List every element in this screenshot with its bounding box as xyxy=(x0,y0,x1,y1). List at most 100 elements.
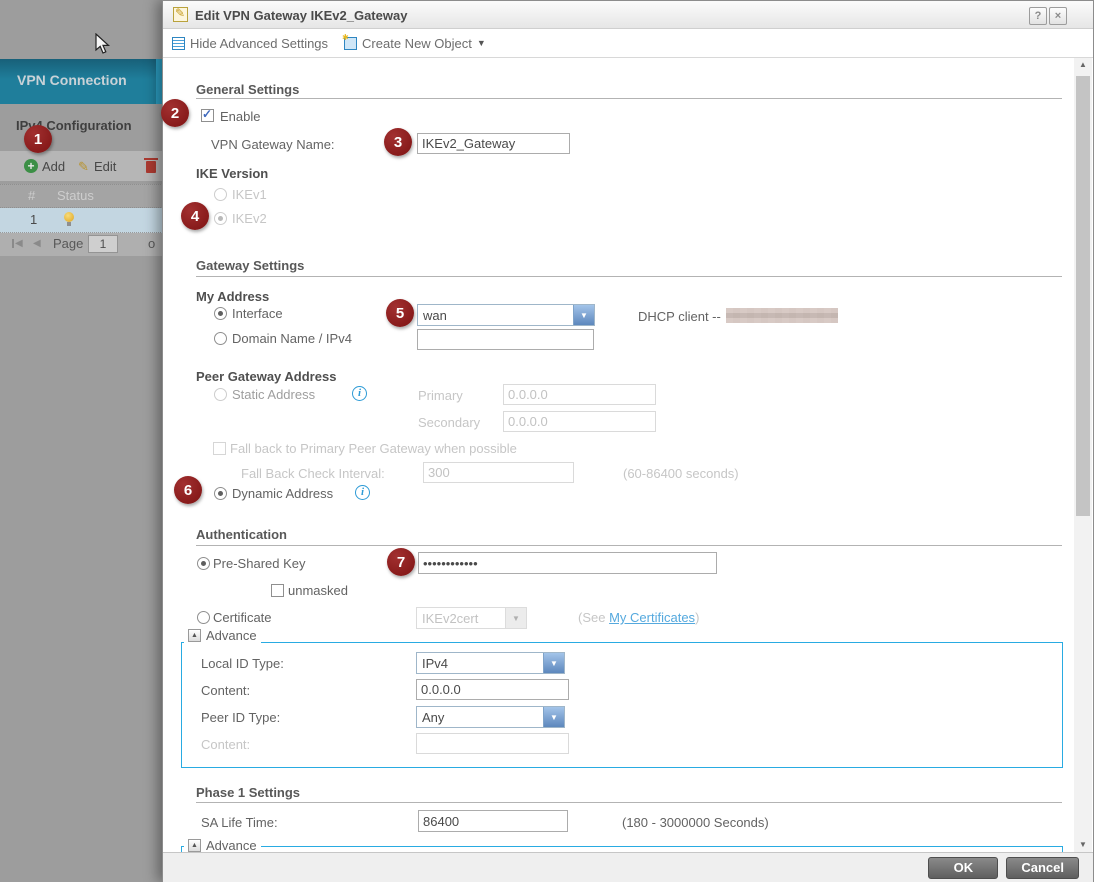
advance-legend-2: ▲ Advance xyxy=(184,838,261,852)
local-id-type-value: IPv4 xyxy=(417,653,543,673)
cancel-button[interactable]: Cancel xyxy=(1006,857,1079,879)
help-icon[interactable]: ? xyxy=(1029,7,1047,25)
collapse-icon[interactable]: ▲ xyxy=(188,839,201,852)
interface-label: Interface xyxy=(232,306,283,321)
peer-id-type-select[interactable]: Any ▼ xyxy=(416,706,565,728)
mouse-cursor xyxy=(95,33,111,55)
dialog-titlebar: Edit VPN Gateway IKEv2_Gateway ? × xyxy=(163,1,1093,29)
pre-shared-key-radio[interactable] xyxy=(197,557,210,570)
add-plus-icon: + xyxy=(24,159,38,173)
tab-vpn-connection[interactable]: VPN Connection xyxy=(17,72,127,88)
scrollbar-thumb[interactable] xyxy=(1076,76,1090,516)
certificate-select-value: IKEv2cert xyxy=(417,608,505,628)
local-id-type-label: Local ID Type: xyxy=(201,656,284,671)
page-label: Page xyxy=(53,236,83,251)
page-number-input[interactable]: 1 xyxy=(88,235,118,253)
advance-fieldset xyxy=(181,642,1063,768)
my-certificates-link[interactable]: My Certificates xyxy=(609,610,695,625)
primary-input[interactable] xyxy=(503,384,656,405)
phase1-settings-heading: Phase 1 Settings xyxy=(196,785,300,800)
see-note-prefix: (See xyxy=(578,610,605,625)
enable-checkbox[interactable] xyxy=(201,109,214,122)
annotation-step-1: 1 xyxy=(24,125,52,153)
divider xyxy=(196,545,1062,546)
annotation-step-3: 3 xyxy=(384,128,412,156)
primary-label: Primary xyxy=(418,388,463,403)
close-icon[interactable]: × xyxy=(1049,7,1067,25)
table-row[interactable] xyxy=(0,208,163,233)
advance-label: Advance xyxy=(206,628,257,643)
fallback-interval-range-note: (60-86400 seconds) xyxy=(623,466,739,481)
edit-button[interactable]: Edit xyxy=(94,159,116,174)
scroll-down-icon[interactable]: ▼ xyxy=(1074,838,1092,852)
sa-life-time-input[interactable] xyxy=(418,810,568,832)
pre-shared-key-label: Pre-Shared Key xyxy=(213,556,306,571)
interface-select[interactable]: wan ▼ xyxy=(417,304,595,326)
annotation-step-4: 4 xyxy=(181,202,209,230)
advance-label-2: Advance xyxy=(206,838,257,852)
domain-name-radio[interactable] xyxy=(214,332,227,345)
first-page-icon[interactable] xyxy=(12,239,14,248)
static-address-radio[interactable] xyxy=(214,388,227,401)
vpn-gateway-name-input[interactable] xyxy=(417,133,570,154)
peer-content-label: Content: xyxy=(201,737,250,752)
select-arrow-icon: ▼ xyxy=(505,608,526,628)
first-page-icon-arrow[interactable]: ◀ xyxy=(15,238,23,249)
create-new-object-label: Create New Object xyxy=(362,36,472,51)
column-header-status: Status xyxy=(57,188,94,203)
add-button[interactable]: Add xyxy=(42,159,65,174)
local-id-type-select[interactable]: IPv4 ▼ xyxy=(416,652,565,674)
collapse-icon[interactable]: ▲ xyxy=(188,629,201,642)
interface-radio[interactable] xyxy=(214,307,227,320)
dialog-title: Edit VPN Gateway IKEv2_Gateway xyxy=(195,8,407,23)
new-object-icon xyxy=(344,37,357,50)
unmasked-checkbox[interactable] xyxy=(271,584,284,597)
divider xyxy=(196,276,1062,277)
hide-advanced-settings-label: Hide Advanced Settings xyxy=(190,36,328,51)
divider xyxy=(196,98,1062,99)
ikev2-label: IKEv2 xyxy=(232,211,267,226)
divider xyxy=(196,802,1062,803)
info-icon[interactable]: i xyxy=(355,485,370,500)
fallback-label: Fall back to Primary Peer Gateway when p… xyxy=(230,441,517,456)
redacted-ip-address xyxy=(726,308,838,323)
secondary-input[interactable] xyxy=(503,411,656,432)
status-lightbulb-icon xyxy=(64,212,74,222)
annotation-step-5: 5 xyxy=(386,299,414,327)
dialog-toolbar: Hide Advanced Settings Create New Object… xyxy=(163,29,1093,58)
ok-button[interactable]: OK xyxy=(928,857,998,879)
dialog-content: General Settings Enable VPN Gateway Name… xyxy=(164,58,1074,852)
see-note-suffix: ) xyxy=(695,610,699,625)
pre-shared-key-input[interactable] xyxy=(418,552,717,574)
remove-trash-icon[interactable] xyxy=(146,161,156,173)
info-icon[interactable]: i xyxy=(352,386,367,401)
fallback-interval-label: Fall Back Check Interval: xyxy=(241,466,385,481)
ikev1-radio[interactable] xyxy=(214,188,227,201)
ikev2-radio[interactable] xyxy=(214,212,227,225)
fallback-interval-input[interactable] xyxy=(423,462,574,483)
scroll-up-icon[interactable]: ▲ xyxy=(1074,58,1092,72)
vpn-gateway-name-label: VPN Gateway Name: xyxy=(211,137,335,152)
certificate-radio[interactable] xyxy=(197,611,210,624)
domain-name-input[interactable] xyxy=(417,329,594,350)
domain-name-label: Domain Name / IPv4 xyxy=(232,331,352,346)
authentication-heading: Authentication xyxy=(196,527,287,542)
prev-page-icon[interactable]: ◀ xyxy=(33,238,41,249)
content-label: Content: xyxy=(201,683,250,698)
peer-id-type-value: Any xyxy=(417,707,543,727)
create-new-object-button[interactable]: Create New Object ▼ xyxy=(344,36,486,51)
edit-pencil-icon: ✎ xyxy=(78,159,89,175)
scrollbar[interactable]: ▲ ▼ xyxy=(1074,58,1092,852)
see-certificates-note: (See My Certificates) xyxy=(578,610,699,625)
content-input[interactable] xyxy=(416,679,569,700)
ike-version-label: IKE Version xyxy=(196,166,268,181)
fallback-checkbox[interactable] xyxy=(213,442,226,455)
certificate-select[interactable]: IKEv2cert ▼ xyxy=(416,607,527,629)
select-arrow-icon: ▼ xyxy=(543,707,564,727)
page-count-clipped: o xyxy=(148,236,155,251)
hide-advanced-settings-button[interactable]: Hide Advanced Settings xyxy=(172,36,328,51)
peer-content-input[interactable] xyxy=(416,733,569,754)
annotation-step-6: 6 xyxy=(174,476,202,504)
certificate-label: Certificate xyxy=(213,610,272,625)
dynamic-address-radio[interactable] xyxy=(214,487,227,500)
